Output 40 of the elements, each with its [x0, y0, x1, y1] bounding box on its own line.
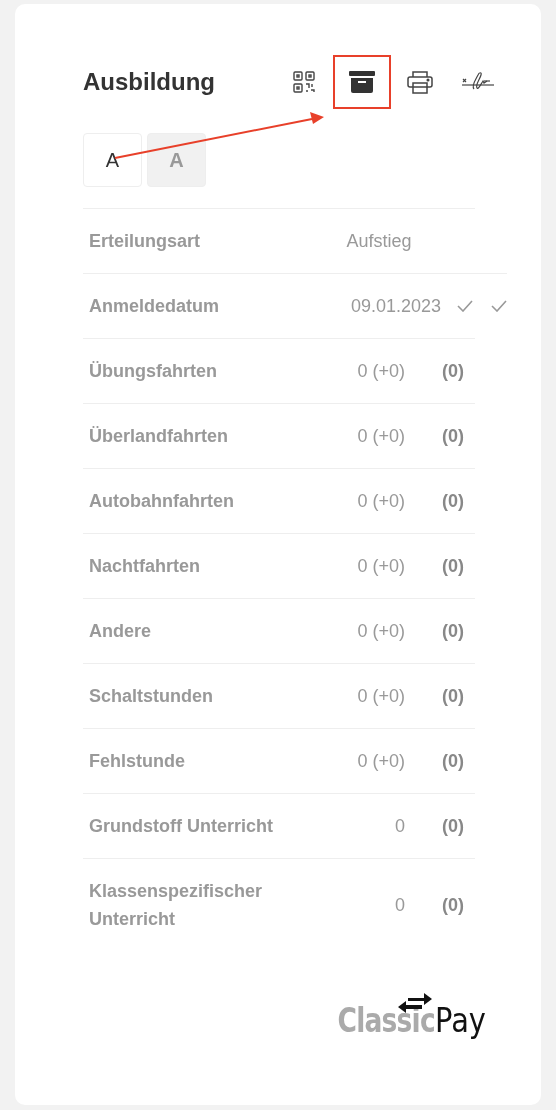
row-total: (0)	[441, 685, 465, 707]
class-tab[interactable]: A	[83, 133, 142, 187]
row-label: Grundstoff Unterricht	[88, 815, 274, 838]
logo: ClassicPay	[310, 1000, 495, 1040]
row-total: (0)	[441, 425, 465, 447]
qr-code-icon	[293, 71, 315, 93]
row-total: (0)	[441, 490, 465, 512]
check-icon	[491, 300, 507, 312]
toolbar-button[interactable]	[333, 55, 391, 109]
row-value: 0	[394, 894, 405, 916]
row-label: Übungsfahrten	[88, 360, 218, 383]
row-value: 0 (+0)	[356, 490, 405, 512]
row-total: (0)	[441, 620, 465, 642]
row-label: Erteilungsart	[88, 230, 202, 253]
row-label: Schaltstunden	[88, 685, 214, 708]
row-label: Nachtfahrten	[88, 555, 201, 578]
row-value: 0 (+0)	[356, 620, 405, 642]
printer-icon	[407, 70, 433, 94]
row-value: 0 (+0)	[356, 555, 405, 577]
row-total: (0)	[441, 555, 465, 577]
row-total: (0)	[441, 360, 465, 382]
row-value: 09.01.2023	[350, 295, 441, 317]
section-title: Ausbildung	[83, 68, 216, 96]
row-value: 0	[394, 815, 405, 837]
row-value: Aufstieg	[345, 230, 413, 252]
row-value: 0 (+0)	[356, 685, 405, 707]
row-label: Klassenspezifischer Unterricht	[88, 880, 264, 931]
row-label: Andere	[88, 620, 152, 643]
row-value: 0 (+0)	[356, 425, 405, 447]
row-label: Fehlstunde	[88, 750, 186, 773]
row-total: (0)	[441, 894, 465, 916]
row-total: (0)	[441, 750, 465, 772]
row-total: (0)	[441, 815, 465, 837]
row-label: Anmeldedatum	[88, 295, 221, 318]
row-label: Autobahnfahrten	[88, 490, 235, 513]
check-icon	[457, 300, 473, 312]
row-value: 0 (+0)	[356, 750, 405, 772]
row-value: 0 (+0)	[356, 360, 405, 382]
row-label: Überlandfahrten	[88, 425, 230, 448]
archive-box-icon	[349, 71, 375, 93]
